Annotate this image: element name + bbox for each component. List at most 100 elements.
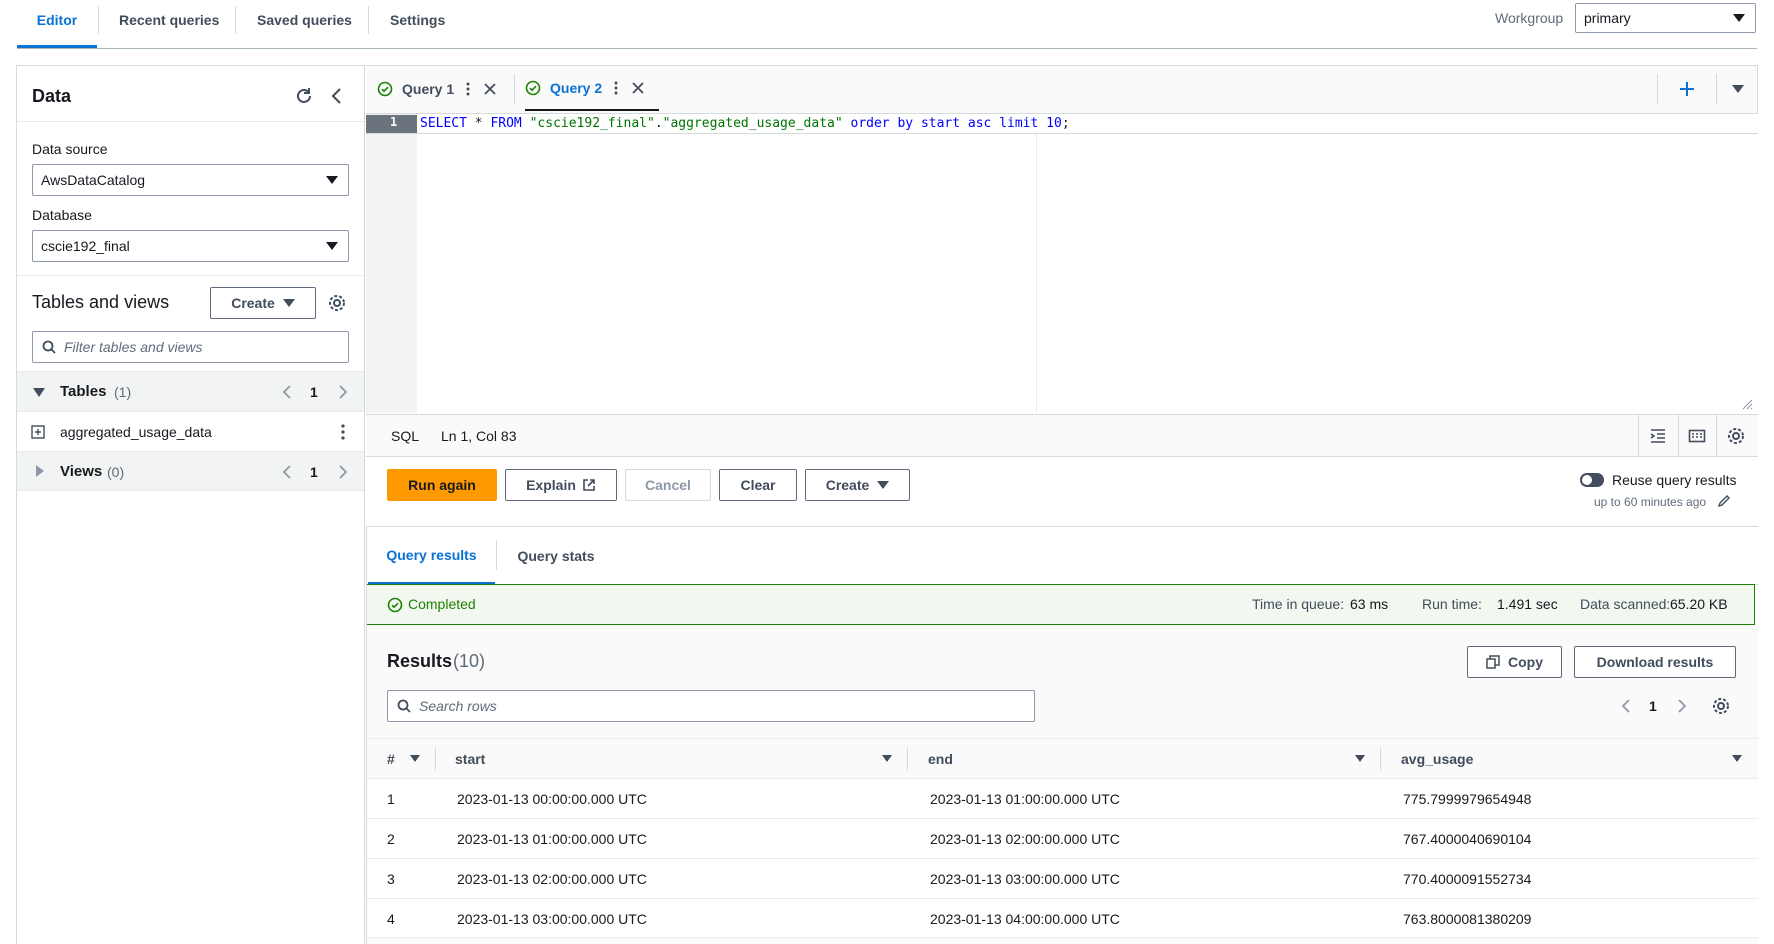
more-options-icon[interactable] bbox=[614, 81, 618, 95]
sort-caret-icon[interactable] bbox=[1355, 755, 1365, 762]
sql-query-text[interactable]: SELECT * FROM "cscie192_final"."aggregat… bbox=[420, 116, 1070, 131]
explain-label: Explain bbox=[526, 477, 576, 493]
tab-query-1-label: Query 1 bbox=[402, 80, 455, 97]
edit-pencil-icon[interactable] bbox=[1717, 494, 1731, 508]
resize-handle-icon[interactable] bbox=[1741, 398, 1753, 410]
chevron-right-icon[interactable] bbox=[1677, 698, 1687, 714]
tab-query-results[interactable]: Query results bbox=[368, 527, 495, 585]
divider bbox=[17, 275, 364, 276]
column-header-start[interactable]: start bbox=[455, 739, 485, 778]
more-options-icon[interactable] bbox=[466, 82, 470, 96]
run-again-button[interactable]: Run again bbox=[387, 469, 497, 501]
chevron-right-icon[interactable] bbox=[338, 464, 348, 480]
table-settings-gear-icon[interactable] bbox=[1712, 697, 1730, 715]
sort-caret-icon[interactable] bbox=[410, 755, 420, 762]
format-query-icon[interactable] bbox=[1649, 427, 1667, 445]
views-page-number[interactable]: 1 bbox=[310, 464, 318, 480]
tab-menu-caret-icon[interactable] bbox=[1732, 85, 1744, 93]
chevron-left-icon[interactable] bbox=[1621, 698, 1631, 714]
column-header-avg-usage[interactable]: avg_usage bbox=[1401, 739, 1473, 778]
chevron-right-icon[interactable] bbox=[338, 384, 348, 400]
print-margin bbox=[1036, 134, 1037, 413]
cell-avg-usage: 770.4000091552734 bbox=[1403, 871, 1532, 887]
keyboard-shortcuts-icon[interactable] bbox=[1688, 427, 1706, 445]
add-tab-plus-icon[interactable] bbox=[1678, 80, 1696, 98]
search-rows-placeholder: Search rows bbox=[419, 698, 497, 714]
results-page-number[interactable]: 1 bbox=[1649, 698, 1657, 714]
tab-query-2[interactable]: Query 2 bbox=[525, 66, 660, 111]
tab-query-1[interactable]: Query 1 bbox=[377, 66, 497, 111]
database-select[interactable]: cscie192_final bbox=[32, 230, 349, 262]
tables-section-header[interactable]: Tables (1) 1 bbox=[17, 371, 364, 411]
table-row[interactable]: 3 2023-01-13 02:00:00.000 UTC 2023-01-13… bbox=[366, 858, 1758, 898]
expand-plus-icon[interactable] bbox=[31, 425, 45, 439]
close-icon[interactable] bbox=[631, 81, 645, 95]
nav-tab-saved-queries[interactable]: Saved queries bbox=[257, 0, 352, 48]
toolbar-divider bbox=[1657, 74, 1658, 104]
clear-button[interactable]: Clear bbox=[719, 469, 797, 501]
run-time-label: Run time: bbox=[1422, 596, 1482, 612]
cell-end: 2023-01-13 01:00:00.000 UTC bbox=[930, 791, 1120, 807]
table-row[interactable]: 4 2023-01-13 03:00:00.000 UTC 2023-01-13… bbox=[366, 898, 1758, 938]
nav-tab-recent-queries[interactable]: Recent queries bbox=[119, 0, 219, 48]
reuse-results-toggle[interactable] bbox=[1580, 473, 1604, 487]
search-rows-input[interactable]: Search rows bbox=[387, 690, 1035, 722]
column-header-index[interactable]: # bbox=[387, 739, 395, 778]
table-name[interactable]: aggregated_usage_data bbox=[60, 424, 212, 440]
settings-gear-icon[interactable] bbox=[328, 294, 346, 312]
chevron-down-icon bbox=[326, 242, 338, 250]
cell-start: 2023-01-13 03:00:00.000 UTC bbox=[457, 911, 647, 927]
download-results-button[interactable]: Download results bbox=[1574, 646, 1736, 678]
cell-index: 2 bbox=[387, 831, 395, 847]
close-icon[interactable] bbox=[483, 82, 497, 96]
code-area[interactable] bbox=[366, 114, 1758, 416]
chevron-left-icon[interactable] bbox=[282, 384, 292, 400]
language-label: SQL bbox=[391, 428, 420, 444]
cell-avg-usage: 775.7999979654948 bbox=[1403, 791, 1532, 807]
sql-clause: order by start asc limit bbox=[842, 116, 1047, 131]
caret-down-icon bbox=[877, 481, 890, 489]
editor-settings-gear-icon[interactable] bbox=[1727, 427, 1745, 445]
refresh-icon[interactable] bbox=[294, 86, 314, 106]
chevron-left-icon[interactable] bbox=[282, 464, 292, 480]
more-options-icon[interactable] bbox=[341, 424, 345, 440]
nav-divider bbox=[368, 6, 369, 34]
tables-page-number[interactable]: 1 bbox=[310, 384, 318, 400]
cancel-button[interactable]: Cancel bbox=[625, 469, 711, 501]
divider bbox=[17, 121, 364, 122]
collapse-panel-icon[interactable] bbox=[330, 86, 344, 106]
explain-button[interactable]: Explain bbox=[505, 469, 617, 501]
copy-button[interactable]: Copy bbox=[1467, 646, 1562, 678]
run-time-value: 1.491 sec bbox=[1497, 596, 1558, 612]
create-button[interactable]: Create bbox=[805, 469, 910, 501]
workgroup-select[interactable]: primary bbox=[1575, 3, 1756, 33]
nav-tab-editor[interactable]: Editor bbox=[17, 0, 97, 48]
cell-index: 3 bbox=[387, 871, 395, 887]
sort-caret-icon[interactable] bbox=[882, 755, 892, 762]
results-panel: Results (10) Copy Download results Searc… bbox=[366, 625, 1758, 944]
cell-end: 2023-01-13 03:00:00.000 UTC bbox=[930, 871, 1120, 887]
filter-tables-input[interactable]: Filter tables and views bbox=[32, 331, 349, 363]
column-divider bbox=[1380, 747, 1381, 771]
column-header-end[interactable]: end bbox=[928, 739, 953, 778]
workgroup-value: primary bbox=[1584, 10, 1631, 26]
sql-star: * bbox=[466, 116, 491, 131]
expand-caret-icon bbox=[33, 388, 45, 397]
create-label: Create bbox=[231, 295, 275, 311]
create-table-button[interactable]: Create bbox=[210, 287, 316, 319]
sort-caret-icon[interactable] bbox=[1732, 755, 1742, 762]
sql-keyword: SELECT bbox=[420, 116, 467, 131]
tables-count: (1) bbox=[114, 384, 132, 400]
external-link-icon bbox=[583, 479, 595, 491]
cell-avg-usage: 763.8000081380209 bbox=[1403, 911, 1532, 927]
table-row[interactable]: 1 2023-01-13 00:00:00.000 UTC 2023-01-13… bbox=[366, 778, 1758, 818]
table-row[interactable]: 2 2023-01-13 01:00:00.000 UTC 2023-01-13… bbox=[366, 818, 1758, 858]
time-in-queue-label: Time in queue: bbox=[1252, 596, 1345, 612]
nav-tab-settings[interactable]: Settings bbox=[390, 0, 445, 48]
tab-query-stats[interactable]: Query stats bbox=[497, 527, 615, 585]
search-icon bbox=[42, 340, 56, 354]
table-item[interactable]: aggregated_usage_data bbox=[17, 411, 364, 451]
tables-label: Tables bbox=[60, 383, 107, 400]
data-source-select[interactable]: AwsDataCatalog bbox=[32, 164, 349, 196]
views-section-header[interactable]: Views (0) 1 bbox=[17, 451, 364, 491]
